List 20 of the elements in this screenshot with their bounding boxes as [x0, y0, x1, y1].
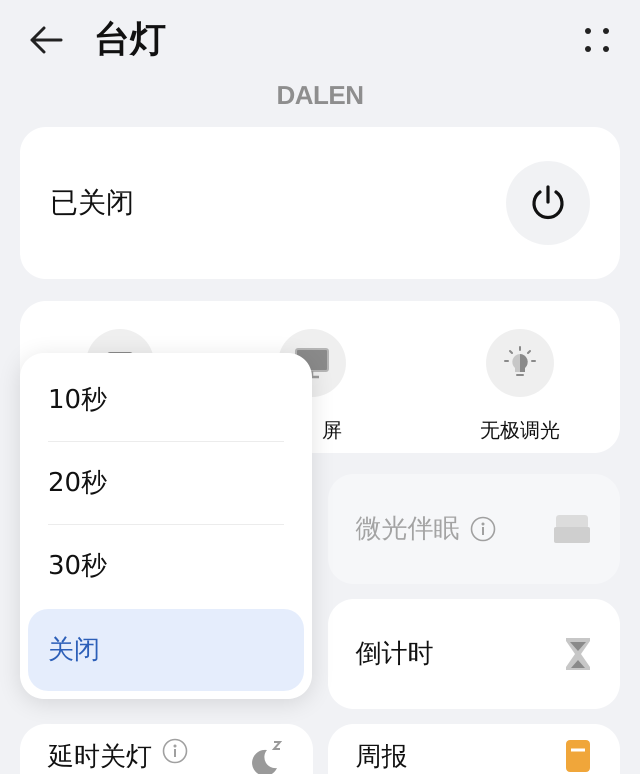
menu-option[interactable]: 20秒 [28, 442, 304, 524]
menu-option[interactable]: 关闭 [28, 609, 304, 691]
more-button[interactable] [582, 25, 612, 55]
feature-tile[interactable]: 延时关灯 [20, 724, 312, 774]
mode-label: 屏 [322, 417, 342, 443]
feature-tile[interactable]: 倒计时 [328, 599, 620, 709]
brand-logo: DALEN [276, 80, 364, 110]
page-title: 台灯 [94, 18, 166, 62]
tile-label: 延时关灯 [48, 741, 152, 774]
hourglass-icon [564, 636, 592, 672]
report-icon [564, 738, 592, 774]
bed-icon [552, 513, 592, 545]
feature-tile[interactable]: 周报 [328, 724, 620, 774]
power-status: 已关闭 [50, 185, 134, 221]
menu-option[interactable]: 10秒 [28, 359, 304, 441]
mode-label: 无极调光 [480, 417, 560, 443]
tile-label: 倒计时 [356, 638, 434, 670]
tile-label: 微光伴眠 [356, 512, 460, 546]
tile-label: 周报 [356, 741, 408, 774]
menu-option[interactable]: 30秒 [28, 525, 304, 607]
